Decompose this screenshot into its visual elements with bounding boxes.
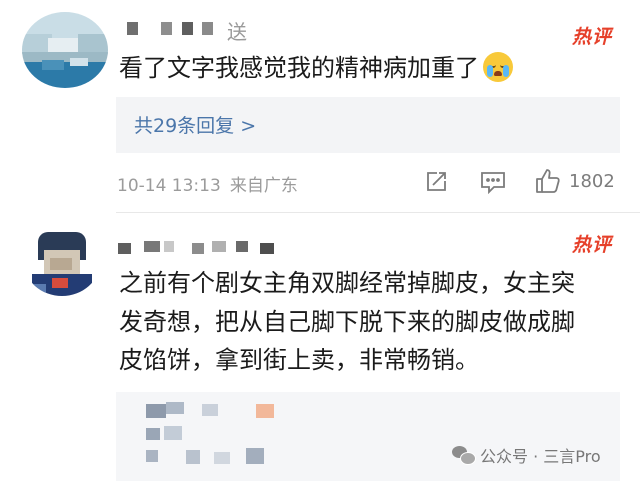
reply-icon[interactable]	[480, 170, 506, 195]
thumbs-up-icon	[535, 168, 561, 194]
comment-1: 送 热评 看了文字我感觉我的精神病加重了 共29条回复 > 10-14 13:1…	[0, 0, 640, 212]
username[interactable]	[118, 236, 298, 256]
avatar[interactable]	[24, 228, 100, 296]
hot-comment-badge: 热评	[572, 26, 613, 48]
comment-location: 来自广东	[229, 176, 298, 196]
username[interactable]: 送	[127, 16, 267, 44]
hot-comment-badge: 热评	[572, 234, 613, 256]
wechat-icon	[452, 445, 476, 465]
like-button[interactable]: 1802	[535, 167, 615, 195]
view-replies-link[interactable]: 共29条回复 >	[134, 111, 256, 138]
comment-body: 看了文字我感觉我的精神病加重了	[119, 54, 479, 82]
comment-text: 看了文字我感觉我的精神病加重了	[119, 49, 513, 87]
watermark: 公众号 · 三言Pro	[452, 442, 601, 468]
comment-line: 发奇想，把从自己脚下脱下来的脚皮做成脚	[119, 307, 575, 336]
comment-line: 之前有个剧女主角双脚经常掉脚皮，女主突	[119, 269, 575, 297]
comment-timestamp: 10-14 13:13	[117, 176, 221, 196]
share-icon[interactable]	[424, 170, 448, 194]
username-visible-text: 送	[227, 20, 247, 44]
comment-line: 皮馅饼，拿到街上卖，非常畅销。	[119, 346, 479, 374]
crying-face-icon	[483, 52, 513, 82]
like-count: 1802	[569, 170, 615, 192]
replies-box[interactable]: 共29条回复 >	[116, 97, 620, 153]
watermark-text: 公众号 · 三言Pro	[480, 447, 601, 466]
avatar[interactable]	[22, 12, 108, 88]
comment-meta: 10-14 13:13 来自广东	[117, 171, 298, 196]
comment-text: 之前有个剧女主角双脚经常掉脚皮，女主突 发奇想，把从自己脚下脱下来的脚皮做成脚 …	[119, 264, 634, 380]
